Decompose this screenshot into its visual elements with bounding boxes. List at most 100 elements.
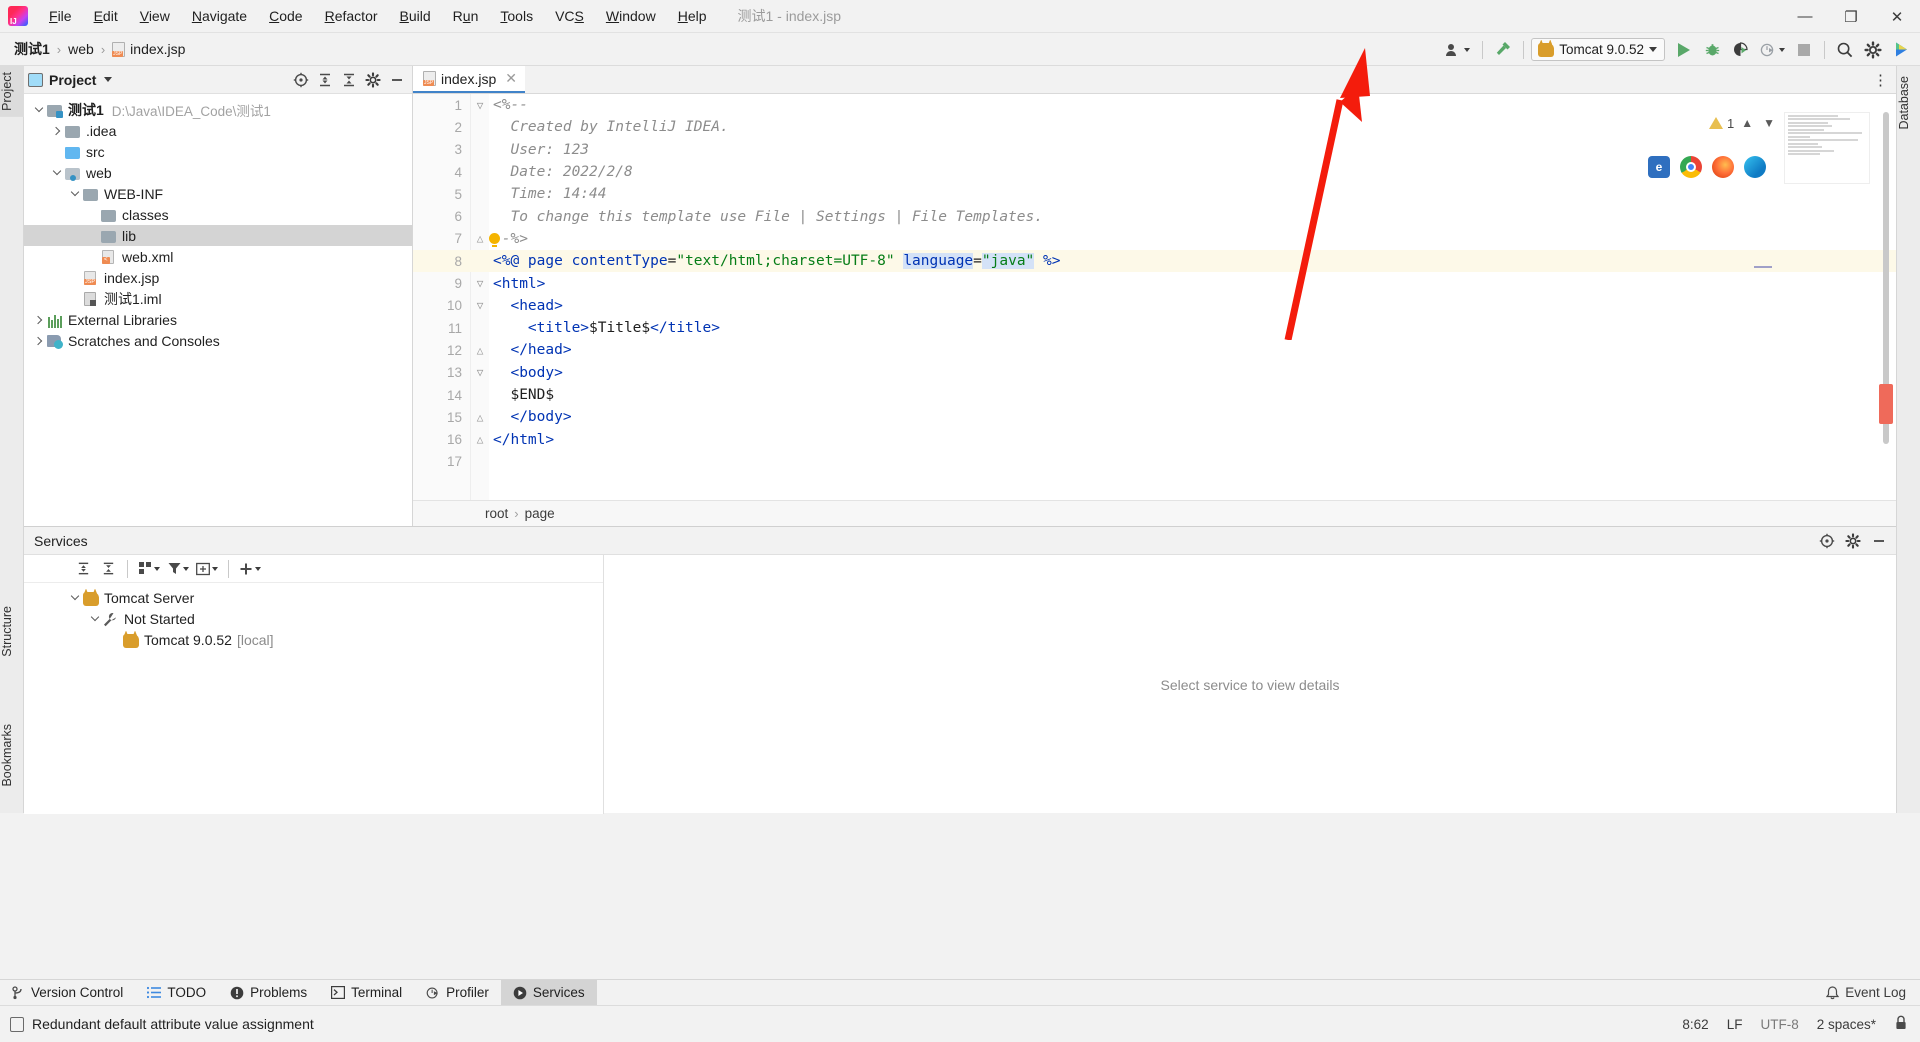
tree-item[interactable]: web [24, 162, 412, 183]
code-line[interactable]: 11 <title>$Title$</title> [413, 317, 1896, 339]
encoding-widget[interactable]: UTF-8 [1760, 1017, 1798, 1032]
breadcrumb-item-0[interactable]: 测试1 [10, 37, 54, 61]
tree-item[interactable]: web.xml [24, 246, 412, 267]
services-locate-icon[interactable] [1816, 530, 1838, 552]
lock-icon[interactable] [1894, 1015, 1908, 1033]
tree-item[interactable]: 测试1 D:\Java\IDEA_Code\测试1 [24, 99, 412, 120]
code-line[interactable]: 15 △ </body> [413, 406, 1896, 428]
editor-error-stripe[interactable] [1879, 384, 1893, 424]
bottom-tab-terminal[interactable]: Terminal [319, 980, 414, 1006]
event-log-button[interactable]: Event Log [1826, 985, 1920, 1000]
ie-icon[interactable]: e [1648, 156, 1670, 178]
code-fold-icon[interactable]: ▽ [471, 277, 489, 290]
panel-options-icon[interactable] [362, 69, 384, 91]
code-fold-icon[interactable]: ▽ [471, 366, 489, 379]
tree-item[interactable]: lib [24, 225, 412, 246]
code-fold-icon[interactable]: ▽ [471, 99, 489, 112]
breadcrumb-item-1[interactable]: web [64, 39, 98, 59]
minimize-button[interactable]: — [1782, 0, 1828, 33]
debug-button[interactable] [1699, 38, 1725, 62]
ide-updates-icon[interactable] [1888, 38, 1914, 62]
code-line[interactable]: 17 [413, 451, 1896, 473]
previous-problem-icon[interactable]: ▲ [1738, 114, 1756, 132]
breadcrumb-item-2[interactable]: JSP index.jsp [108, 39, 189, 59]
code-line[interactable]: 13 ▽ <body> [413, 362, 1896, 384]
code-line[interactable]: 6 To change this template use File | Set… [413, 205, 1896, 227]
filter-icon[interactable] [165, 558, 191, 580]
gear-icon[interactable] [1860, 38, 1886, 62]
close-button[interactable]: ✕ [1874, 0, 1920, 33]
tree-item[interactable]: src [24, 141, 412, 162]
menu-item-build[interactable]: Build [389, 4, 442, 28]
editor-vertical-scrollbar[interactable] [1882, 112, 1890, 522]
chevron-right-icon[interactable] [32, 313, 46, 327]
chevron-down-icon[interactable] [88, 612, 102, 626]
chrome-icon[interactable] [1680, 156, 1702, 178]
search-icon[interactable] [1832, 38, 1858, 62]
menu-item-vcs[interactable]: VCS [544, 4, 595, 28]
code-line[interactable]: 1 ▽ <%-- [413, 94, 1896, 116]
collapse-all-icon[interactable] [338, 69, 360, 91]
sidebar-item-structure[interactable]: Structure [0, 600, 24, 663]
menu-item-edit[interactable]: Edit [83, 4, 129, 28]
expand-all-icon[interactable] [314, 69, 336, 91]
tree-item[interactable]: WEB-INF [24, 183, 412, 204]
chevron-down-icon[interactable] [32, 103, 46, 117]
menu-item-tools[interactable]: Tools [489, 4, 544, 28]
tree-item[interactable]: 测试1.iml [24, 288, 412, 309]
menu-item-refactor[interactable]: Refactor [314, 4, 389, 28]
close-icon[interactable]: ✕ [505, 70, 517, 87]
caret-position-widget[interactable]: 8:62 [1682, 1017, 1708, 1032]
user-account-icon[interactable] [1441, 38, 1475, 62]
menu-item-navigate[interactable]: Navigate [181, 4, 258, 28]
code-line[interactable]: 10 ▽ <head> [413, 295, 1896, 317]
chevron-right-icon[interactable] [32, 334, 46, 348]
services-hide-icon[interactable] [1868, 530, 1890, 552]
chevron-down-icon[interactable] [50, 166, 64, 180]
code-line[interactable]: 2 Created by IntelliJ IDEA. [413, 116, 1896, 138]
services-tree-item[interactable]: Not Started [24, 608, 603, 629]
code-line[interactable]: 5 Time: 14:44 [413, 183, 1896, 205]
editor-breadcrumb-item[interactable]: root [485, 506, 508, 521]
bottom-tab-services[interactable]: Services [500, 979, 597, 1006]
group-by-icon[interactable] [136, 558, 162, 580]
add-service-icon[interactable] [237, 558, 263, 580]
tree-item[interactable]: .idea [24, 120, 412, 141]
collapse-all-icon[interactable] [97, 558, 119, 580]
profiler-button[interactable] [1755, 38, 1789, 62]
menu-item-window[interactable]: Window [595, 4, 667, 28]
code-line[interactable]: 7 △ --%> [413, 228, 1896, 250]
menu-item-file[interactable]: File [38, 4, 83, 28]
run-with-coverage-button[interactable] [1727, 38, 1753, 62]
code-fold-icon[interactable]: △ [471, 411, 489, 424]
chevron-right-icon[interactable] [50, 124, 64, 138]
bottom-tab-version-control[interactable]: Version Control [0, 980, 135, 1006]
code-fold-icon[interactable]: △ [471, 433, 489, 446]
bottom-tab-profiler[interactable]: Profiler [414, 980, 501, 1006]
tree-item[interactable]: Scratches and Consoles [24, 330, 412, 351]
firefox-icon[interactable] [1712, 156, 1734, 178]
editor-tabs-more-icon[interactable]: ⋮ [1865, 66, 1896, 93]
expand-all-icon[interactable] [72, 558, 94, 580]
sidebar-item-bookmarks[interactable]: Bookmarks [0, 718, 24, 793]
select-opened-file-icon[interactable] [290, 69, 312, 91]
code-line[interactable]: 16 △ </html> [413, 428, 1896, 450]
build-hammer-icon[interactable] [1490, 38, 1516, 62]
code-editor[interactable]: 1 ▽ <%-- 2 Created by IntelliJ IDEA. 3 User:… [413, 94, 1896, 526]
tree-item[interactable]: classes [24, 204, 412, 225]
code-fold-icon[interactable]: △ [471, 344, 489, 357]
tree-item[interactable]: External Libraries [24, 309, 412, 330]
menu-item-help[interactable]: Help [667, 4, 718, 28]
next-problem-icon[interactable]: ▼ [1760, 114, 1778, 132]
hide-panel-icon[interactable] [386, 69, 408, 91]
tree-item[interactable]: index.jsp [24, 267, 412, 288]
code-fold-icon[interactable]: ▽ [471, 299, 489, 312]
inspection-widget[interactable]: 1 ▲ ▼ [1708, 114, 1778, 132]
code-line[interactable]: 9 ▽ <html> [413, 272, 1896, 294]
services-tree-item[interactable]: Tomcat 9.0.52 [local] [24, 629, 603, 650]
sidebar-item-project[interactable]: Project [0, 66, 24, 117]
add-tab-icon[interactable] [194, 558, 220, 580]
sidebar-item-database[interactable]: Database [1897, 70, 1920, 136]
chevron-down-icon[interactable] [68, 591, 82, 605]
maximize-button[interactable]: ❐ [1828, 0, 1874, 33]
